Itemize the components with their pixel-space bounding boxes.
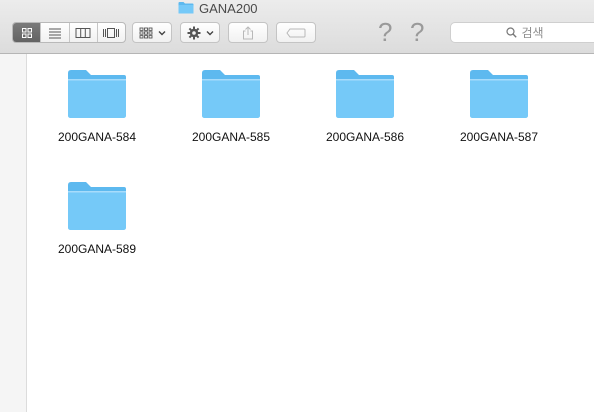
folder-item[interactable]: 200GANA-587 xyxy=(439,69,559,144)
icon-view-button[interactable] xyxy=(13,23,42,42)
folder-icon xyxy=(68,182,126,230)
share-icon xyxy=(243,25,253,39)
search-placeholder: 검색 xyxy=(521,26,544,40)
folder-label: 200GANA-586 xyxy=(325,130,405,144)
arrange-button[interactable] xyxy=(132,22,172,43)
list-view-icon xyxy=(48,28,61,38)
folder-item[interactable]: 200GANA-589 xyxy=(37,181,157,256)
file-grid: 200GANA-584 200GANA-585 200GANA-586 200G… xyxy=(28,54,594,412)
folder-icon xyxy=(202,70,260,118)
folder-icon xyxy=(68,70,126,118)
folder-item[interactable]: 200GANA-586 xyxy=(305,69,425,144)
search-field[interactable]: 검색 xyxy=(450,22,594,43)
cover-flow-view-icon xyxy=(103,27,120,38)
folder-item[interactable]: 200GANA-584 xyxy=(37,69,157,144)
folder-label: 200GANA-589 xyxy=(57,242,137,256)
help-icon[interactable]: ? xyxy=(410,18,424,46)
folder-icon xyxy=(178,1,194,13)
toolbar: GANA200 ? ? 검색 xyxy=(0,0,594,54)
window-title: GANA200 xyxy=(178,0,258,16)
tag-icon xyxy=(286,28,306,37)
icon-view-icon xyxy=(21,27,32,38)
finder-window: GANA200 ? ? 검색 200GANA-584 200GANA-585 2… xyxy=(0,0,594,412)
arrange-icon xyxy=(139,27,152,38)
gear-icon xyxy=(187,26,200,39)
window-title-label: GANA200 xyxy=(199,0,258,16)
folder-label: 200GANA-587 xyxy=(459,130,539,144)
tag-button[interactable] xyxy=(276,22,316,43)
folder-label: 200GANA-585 xyxy=(191,130,271,144)
folder-label: 200GANA-584 xyxy=(57,130,137,144)
chevron-down-icon xyxy=(158,30,165,35)
column-view-button[interactable] xyxy=(70,23,98,42)
list-view-button[interactable] xyxy=(41,23,70,42)
search-icon xyxy=(506,27,518,38)
share-button[interactable] xyxy=(228,22,268,43)
sidebar xyxy=(0,54,27,412)
folder-item[interactable]: 200GANA-585 xyxy=(171,69,291,144)
folder-icon xyxy=(336,70,394,118)
chevron-down-icon xyxy=(206,30,213,35)
folder-icon xyxy=(470,70,528,118)
action-button[interactable] xyxy=(180,22,220,43)
cover-flow-view-button[interactable] xyxy=(98,23,125,42)
view-mode-segmented-control xyxy=(12,22,126,43)
help-icon[interactable]: ? xyxy=(378,18,392,46)
column-view-icon xyxy=(75,27,91,38)
